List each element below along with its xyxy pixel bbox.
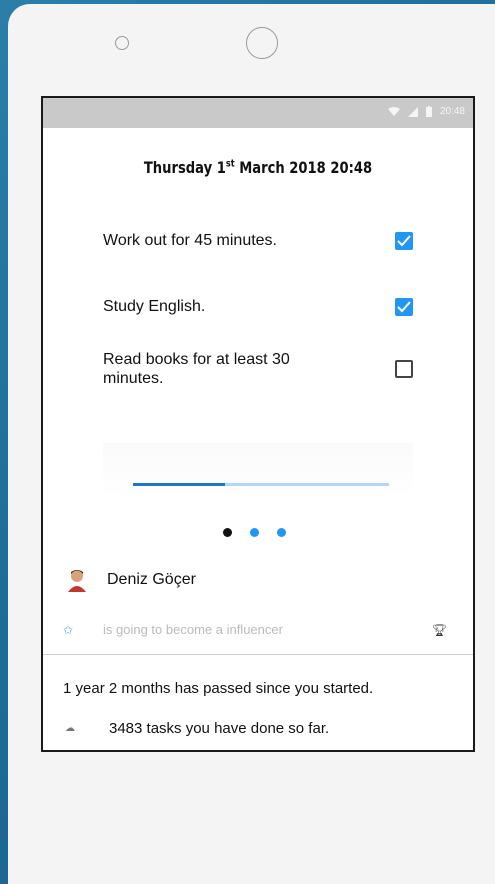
task-label: Read books for at least 30 minutes. — [103, 351, 290, 387]
progress-track — [133, 483, 389, 486]
since-started-text: 1 year 2 months has passed since you sta… — [63, 680, 374, 697]
influencer-status: is going to become a influencer — [103, 622, 283, 637]
task-label: Study English. — [103, 298, 206, 315]
progress-fill — [133, 483, 226, 486]
task-item[interactable]: Study English. — [103, 297, 413, 316]
task-checkbox[interactable] — [395, 360, 413, 378]
page-dot-active[interactable] — [223, 528, 232, 537]
progress-area — [103, 443, 413, 498]
earpiece-icon — [115, 36, 129, 50]
wifi-icon — [387, 106, 400, 116]
status-bar: 20:48 — [43, 98, 473, 128]
front-camera-icon — [246, 27, 278, 59]
trophy-icon[interactable]: 🏆︎ — [432, 623, 447, 637]
task-item[interactable]: Work out for 45 minutes. — [103, 231, 413, 250]
influencer-row: ✩ is going to become a influencer 🏆︎ — [63, 622, 447, 637]
tasks-done-row: ☁ 3483 tasks you have done so far. — [65, 720, 329, 737]
tasks-done-text: 3483 tasks you have done so far. — [109, 720, 330, 737]
page-dot[interactable] — [277, 528, 286, 537]
task-label: Work out for 45 minutes. — [103, 232, 277, 249]
star-icon: ✩ — [63, 622, 74, 637]
divider — [43, 654, 473, 655]
page-indicator[interactable] — [223, 528, 286, 537]
app-screen: 20:48 Thursday 1st March 2018 20:48 Work… — [41, 96, 475, 752]
status-time: 20:48 — [439, 106, 465, 117]
profile-name: Deniz Göçer — [107, 571, 196, 588]
phone-device: 20:48 Thursday 1st March 2018 20:48 Work… — [8, 4, 495, 884]
task-item[interactable]: Read books for at least 30 minutes. — [103, 350, 413, 388]
battery-icon — [425, 106, 432, 117]
avatar[interactable] — [67, 568, 87, 592]
task-checkbox[interactable] — [395, 231, 413, 250]
task-checkbox[interactable] — [395, 297, 413, 316]
status-icons: 20:48 — [387, 106, 465, 117]
date-title: Thursday 1st March 2018 20:48 — [143, 158, 373, 177]
page-dot[interactable] — [250, 528, 259, 537]
cloud-icon: ☁ — [65, 723, 75, 734]
profile[interactable]: Deniz Göçer — [67, 568, 196, 592]
signal-icon — [407, 106, 418, 117]
